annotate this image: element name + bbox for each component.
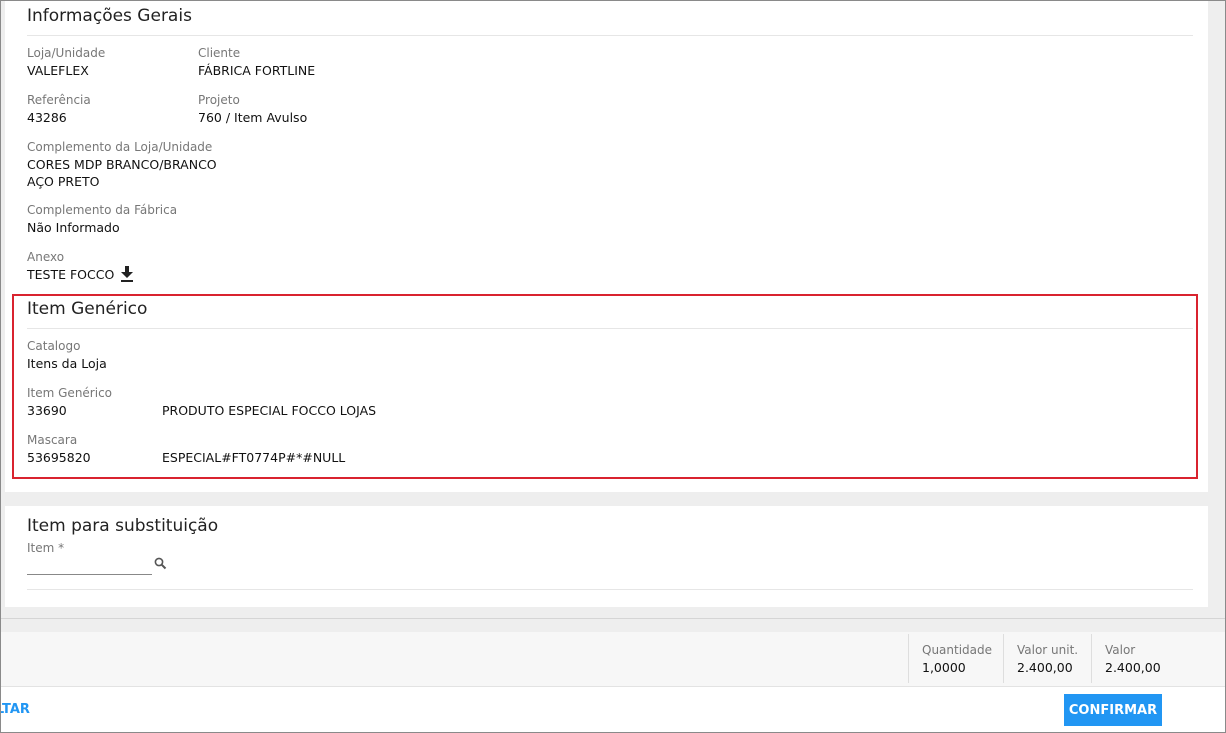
loja-value: VALEFLEX bbox=[27, 63, 89, 78]
anexo-value: TESTE FOCCO bbox=[27, 267, 115, 282]
projeto-label: Projeto bbox=[198, 93, 240, 107]
mascara-label: Mascara bbox=[27, 433, 78, 447]
complemento-loja-label: Complemento da Loja/Unidade bbox=[27, 140, 213, 154]
cliente-label: Cliente bbox=[198, 46, 241, 60]
loja-label: Loja/Unidade bbox=[27, 46, 106, 60]
general-info-title: Informações Gerais bbox=[27, 6, 192, 26]
quantidade-label: Quantidade bbox=[922, 643, 993, 657]
substitution-title: Item para substituição bbox=[27, 516, 219, 536]
projeto-value: 760 / Item Avulso bbox=[198, 110, 308, 125]
back-link[interactable]: VOLTAR bbox=[1, 702, 30, 717]
substitution-divider bbox=[27, 589, 1193, 590]
generic-item-description: PRODUTO ESPECIAL FOCCO LOJAS bbox=[162, 403, 377, 418]
download-icon[interactable] bbox=[119, 265, 135, 283]
cliente-value: FÁBRICA FORTLINE bbox=[198, 63, 316, 78]
search-icon[interactable] bbox=[154, 557, 167, 570]
general-info-divider bbox=[27, 35, 1193, 36]
substitution-item-input[interactable] bbox=[27, 556, 152, 575]
valor-unit-value: 2.400,00 bbox=[1017, 660, 1073, 675]
anexo-label: Anexo bbox=[27, 250, 65, 264]
substitution-item-label: Item * bbox=[27, 541, 65, 555]
totals-separator bbox=[1003, 634, 1004, 683]
totals-bar bbox=[1, 632, 1225, 686]
quantidade-value: 1,0000 bbox=[922, 660, 966, 675]
action-bar bbox=[1, 686, 1225, 732]
catalogo-value: Itens da Loja bbox=[27, 356, 107, 371]
generic-item-divider bbox=[27, 328, 1193, 329]
catalogo-label: Catalogo bbox=[27, 339, 81, 353]
totals-separator bbox=[1091, 634, 1092, 683]
valor-unit-label: Valor unit. bbox=[1017, 643, 1079, 657]
footer-separator bbox=[1, 618, 1225, 619]
complemento-fabrica-value: Não Informado bbox=[27, 220, 120, 235]
mascara-code: 53695820 bbox=[27, 450, 91, 465]
confirm-button[interactable]: CONFIRMAR bbox=[1064, 694, 1162, 726]
complemento-loja-line2: AÇO PRETO bbox=[27, 174, 100, 189]
referencia-value: 43286 bbox=[27, 110, 67, 125]
totals-separator bbox=[908, 634, 909, 683]
app-window: Informações Gerais Loja/Unidade VALEFLEX… bbox=[0, 0, 1226, 733]
generic-item-label: Item Genérico bbox=[27, 386, 113, 400]
generic-item-title: Item Genérico bbox=[27, 299, 148, 319]
complemento-loja-line1: CORES MDP BRANCO/BRANCO bbox=[27, 157, 217, 172]
valor-label: Valor bbox=[1105, 643, 1136, 657]
valor-value: 2.400,00 bbox=[1105, 660, 1161, 675]
referencia-label: Referência bbox=[27, 93, 91, 107]
generic-item-code: 33690 bbox=[27, 403, 67, 418]
complemento-fabrica-label: Complemento da Fábrica bbox=[27, 203, 178, 217]
mascara-description: ESPECIAL#FT0774P#*#NULL bbox=[162, 450, 346, 465]
